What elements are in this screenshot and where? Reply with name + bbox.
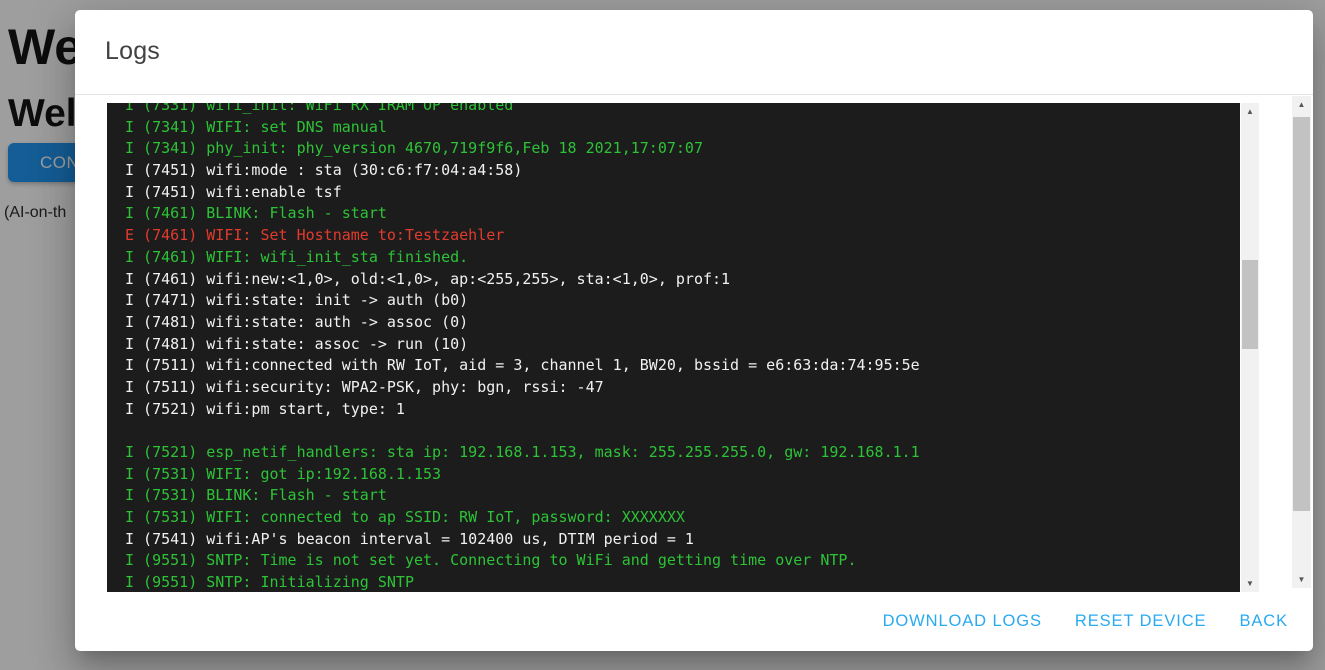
log-line: I (7461) wifi:new:<1,0>, old:<1,0>, ap:<… (125, 269, 920, 291)
dialog-actions: DOWNLOAD LOGS RESET DEVICE BACK (75, 591, 1297, 651)
dialog-header: Logs (75, 10, 1313, 95)
scroll-up-icon: ▲ (1298, 101, 1306, 109)
log-line: I (7461) WIFI: wifi_init_sta finished. (125, 247, 920, 269)
scroll-up-button[interactable]: ▲ (1241, 103, 1259, 120)
log-scrollbar[interactable]: ▲ ▼ (1241, 103, 1259, 592)
log-line: I (7471) wifi:state: init -> auth (b0) (125, 290, 920, 312)
scroll-down-icon: ▼ (1246, 580, 1254, 588)
reset-device-button[interactable]: RESET DEVICE (1066, 604, 1216, 639)
log-line: I (7511) wifi:connected with RW IoT, aid… (125, 355, 920, 377)
log-line: I (7481) wifi:state: auth -> assoc (0) (125, 312, 920, 334)
log-line: I (9551) SNTP: Initializing SNTP (125, 572, 920, 592)
log-line: I (7521) esp_netif_handlers: sta ip: 192… (125, 442, 920, 464)
log-lines: I (7331) wifi_init: WiFi RX IRAM OP enab… (125, 103, 920, 592)
scroll-up-icon: ▲ (1246, 108, 1254, 116)
log-line: I (7481) wifi:state: assoc -> run (10) (125, 334, 920, 356)
back-button[interactable]: BACK (1230, 604, 1297, 639)
log-line: I (7331) wifi_init: WiFi RX IRAM OP enab… (125, 103, 920, 117)
log-line: I (7521) wifi:pm start, type: 1 (125, 399, 920, 421)
log-line: I (7511) wifi:security: WPA2-PSK, phy: b… (125, 377, 920, 399)
log-line: I (7451) wifi:enable tsf (125, 182, 920, 204)
dialog-scrollbar-thumb[interactable] (1293, 117, 1310, 511)
log-line: I (7341) phy_init: phy_version 4670,719f… (125, 138, 920, 160)
log-line: I (7541) wifi:AP's beacon interval = 102… (125, 529, 920, 551)
log-line: I (7451) wifi:mode : sta (30:c6:f7:04:a4… (125, 160, 920, 182)
log-output[interactable]: I (7331) wifi_init: WiFi RX IRAM OP enab… (107, 103, 1240, 592)
scroll-up-button[interactable]: ▲ (1292, 96, 1311, 113)
scroll-down-icon: ▼ (1298, 576, 1306, 584)
log-line (125, 420, 920, 442)
scroll-down-button[interactable]: ▼ (1292, 571, 1311, 588)
scroll-down-button[interactable]: ▼ (1241, 575, 1259, 592)
log-line: I (7531) WIFI: connected to ap SSID: RW … (125, 507, 920, 529)
log-line: I (7341) WIFI: set DNS manual (125, 117, 920, 139)
log-line: E (7461) WIFI: Set Hostname to:Testzaehl… (125, 225, 920, 247)
log-line: I (7461) BLINK: Flash - start (125, 203, 920, 225)
logs-dialog: Logs I (7331) wifi_init: WiFi RX IRAM OP… (75, 10, 1313, 651)
log-scrollbar-thumb[interactable] (1242, 260, 1258, 349)
log-line: I (9551) SNTP: Time is not set yet. Conn… (125, 550, 920, 572)
download-logs-button[interactable]: DOWNLOAD LOGS (874, 604, 1051, 639)
dialog-scrollbar[interactable]: ▲ ▼ (1292, 96, 1311, 588)
dialog-title: Logs (105, 37, 160, 66)
log-line: I (7531) WIFI: got ip:192.168.1.153 (125, 464, 920, 486)
log-line: I (7531) BLINK: Flash - start (125, 485, 920, 507)
